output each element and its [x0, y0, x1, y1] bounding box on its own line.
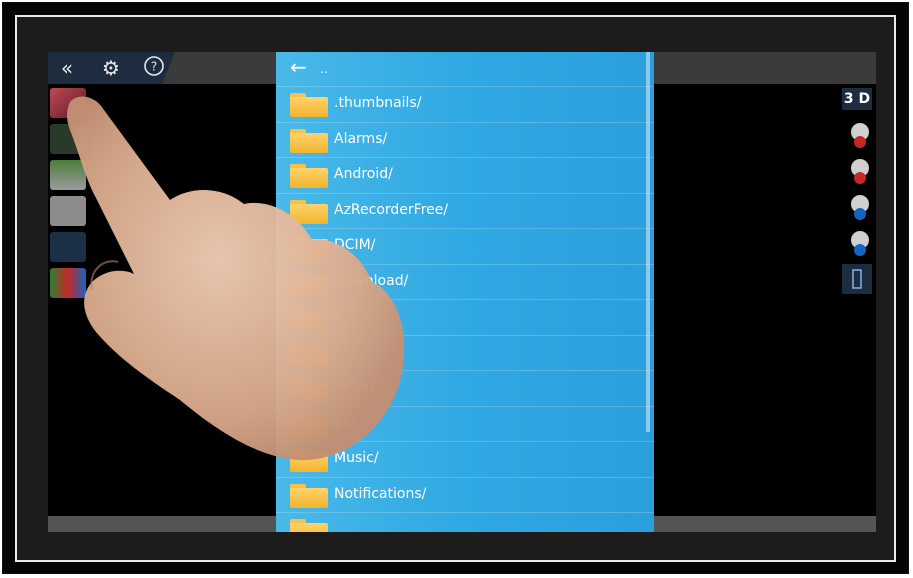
folder-name: Music/ — [334, 450, 379, 466]
folder-row[interactable]: Notifications/ — [276, 476, 654, 513]
folder-row[interactable] — [276, 512, 654, 532]
folder-row[interactable]: / — [276, 299, 654, 335]
folder-icon — [290, 341, 328, 366]
folder-name: / — [334, 308, 339, 324]
svg-text:?: ? — [151, 60, 157, 74]
folder-icon — [290, 93, 328, 117]
folder-icon — [290, 128, 328, 153]
folder-icon — [290, 412, 328, 437]
folder-icon — [290, 448, 328, 472]
folder-name: Android/ — [334, 166, 393, 182]
folder-name: AzRecorderFree/ — [334, 201, 449, 218]
open-file-tool-icon[interactable] — [50, 88, 86, 118]
folder-icon — [290, 377, 328, 401]
folder-row[interactable] — [276, 334, 654, 371]
folder-name: DCIM/ — [334, 237, 376, 253]
folder-icon — [290, 164, 328, 188]
file-browser-panel: ← .. .thumbnails/Alarms/Android/AzRecord… — [276, 52, 654, 532]
folder-name: Alarms/ — [334, 130, 388, 147]
folder-name: raser/ — [334, 379, 375, 395]
folder-name: es/ — [334, 414, 355, 431]
folder-name: .thumbnails/ — [334, 95, 422, 111]
three-d-toggle[interactable]: 3 D — [842, 88, 872, 110]
folder-row[interactable]: DCIM/ — [276, 228, 654, 264]
folder-row[interactable]: es/ — [276, 405, 654, 442]
folder-row[interactable]: raser/ — [276, 370, 654, 406]
left-toolbar — [48, 84, 90, 304]
app-screen: « ⚙ ? 3 D ← .. .thumbnails/Alarms/Androi… — [48, 52, 876, 532]
folder-row[interactable]: Music/ — [276, 441, 654, 477]
rotate-view-icon[interactable] — [50, 232, 86, 262]
png-export-icon[interactable] — [50, 196, 86, 226]
zoom-in-blue-icon[interactable] — [842, 228, 872, 258]
folder-row[interactable]: .thumbnails/ — [276, 86, 654, 122]
zoom-out-blue-icon[interactable] — [842, 192, 872, 222]
gears-icon[interactable]: ⚙ — [94, 55, 128, 81]
double-chevron-left-icon[interactable]: « — [54, 55, 80, 81]
folder-name: Download/ — [334, 272, 409, 289]
folder-icon — [290, 519, 328, 532]
info-icon[interactable] — [842, 264, 872, 294]
top-toolbar: « ⚙ ? — [48, 52, 175, 84]
scrollbar[interactable] — [646, 52, 650, 432]
help-icon[interactable]: ? — [142, 55, 166, 81]
folder-icon — [290, 483, 328, 508]
grid-view-icon[interactable] — [50, 268, 86, 298]
folder-row[interactable]: Alarms/ — [276, 121, 654, 158]
folder-row[interactable]: AzRecorderFree/ — [276, 192, 654, 229]
folder-icon — [290, 270, 328, 295]
file-browser-header: ← .. — [276, 52, 654, 86]
folder-name: Notifications/ — [334, 485, 427, 502]
check-tool-icon[interactable] — [50, 124, 86, 154]
zoom-out-red-icon[interactable] — [842, 120, 872, 150]
folder-icon — [290, 235, 328, 259]
import-tool-icon[interactable] — [50, 160, 86, 190]
back-arrow-icon[interactable]: ← — [290, 55, 307, 79]
folder-row[interactable]: Download/ — [276, 263, 654, 300]
folder-row[interactable]: Android/ — [276, 157, 654, 193]
current-path: .. — [320, 62, 328, 76]
folder-icon — [290, 199, 328, 224]
zoom-in-red-icon[interactable] — [842, 156, 872, 186]
folder-icon — [290, 306, 328, 330]
